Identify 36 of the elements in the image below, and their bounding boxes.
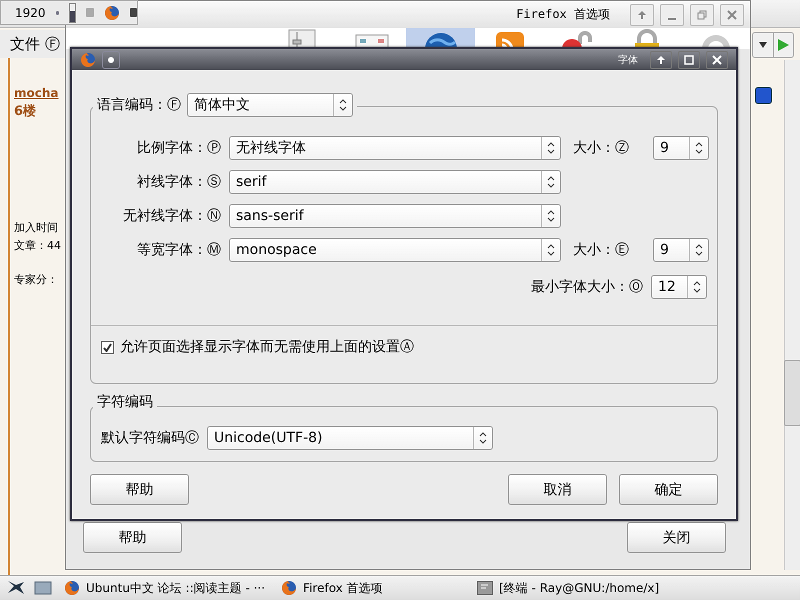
font-select[interactable]: monospace — [229, 238, 561, 262]
language-select[interactable]: 简体中文 — [187, 93, 353, 117]
dialog-button[interactable]: 确定 — [619, 474, 718, 505]
profile-text: 加入时间 — [14, 220, 59, 235]
size-select[interactable]: 9 — [653, 136, 709, 160]
dialog-button[interactable]: 帮助 — [90, 474, 189, 505]
profile-text: 文章：44 — [14, 238, 62, 253]
group-title: 字符编码 — [97, 393, 153, 411]
field-label: 等宽字体：Ⓜ — [136, 241, 222, 259]
field-label: 默认字符编码Ⓒ — [101, 429, 199, 447]
field-label: 最小字体大小：Ⓞ — [531, 278, 643, 296]
size-select[interactable]: 12 — [651, 275, 707, 299]
profile-text: 专家分： — [14, 272, 59, 287]
checkbox-label: 允许页面选择显示字体而无需使用上面的设置Ⓐ — [120, 338, 414, 356]
dialog-button[interactable]: 取消 — [508, 474, 607, 505]
field-label: 比例字体：Ⓟ — [136, 139, 222, 157]
dialog-title: 字体 — [618, 54, 638, 66]
font-select[interactable]: serif — [229, 170, 561, 194]
taskbar-item[interactable]: Ubuntu中文 论坛 ::阅读主题 - ··· — [60, 577, 270, 599]
field-label: 无衬线字体：Ⓝ — [122, 207, 222, 225]
field-label: 语言编码：Ⓕ — [97, 96, 181, 114]
dialog-button[interactable]: 关闭 — [627, 522, 726, 553]
font-select[interactable]: sans-serif — [229, 204, 561, 228]
taskbar-item[interactable]: Firefox 首选项 — [277, 577, 466, 599]
floor-label: 6楼 — [14, 103, 36, 120]
clock: 1920 — [15, 6, 46, 20]
field-label: 大小：Ⓩ — [572, 139, 630, 157]
dialog-button[interactable]: 帮助 — [83, 522, 182, 553]
field-label: 衬线字体：Ⓢ — [136, 173, 222, 191]
author-link[interactable]: mocha — [14, 86, 59, 100]
field-label: 大小：Ⓔ — [572, 241, 630, 259]
size-select[interactable]: 9 — [653, 238, 709, 262]
font-select[interactable]: 无衬线字体 — [229, 136, 561, 160]
taskbar-item[interactable]: [终端 - Ray@GNU:/home/x] — [473, 577, 742, 599]
window-title: Firefox 首选项 — [516, 6, 610, 23]
encoding-select[interactable]: Unicode(UTF-8) — [207, 426, 493, 450]
